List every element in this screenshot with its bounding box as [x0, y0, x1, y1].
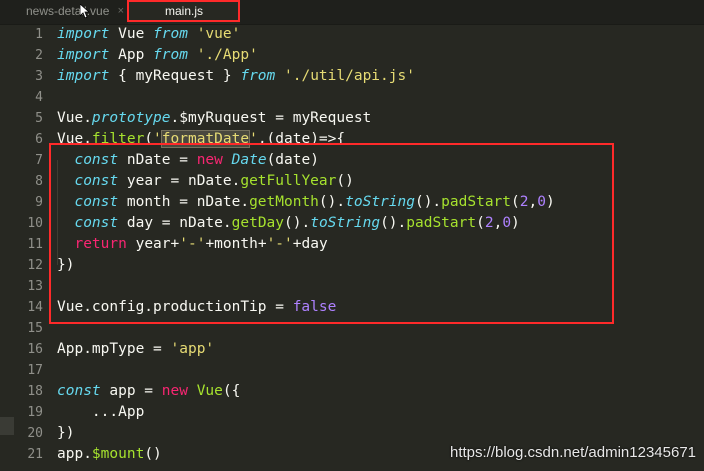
code-line: Vue.prototype.$myRuquest = myRequest [57, 108, 371, 129]
line-number: 11 [27, 237, 43, 252]
code-token: './util/api.js' [284, 68, 415, 84]
line-number: 3 [35, 69, 43, 84]
tab-highlight-box [127, 0, 240, 22]
line-number: 5 [35, 111, 43, 126]
line-number: 16 [27, 342, 43, 357]
line-number: 4 [35, 90, 43, 105]
line-number: 7 [35, 153, 43, 168]
line-number: 21 [27, 447, 43, 462]
mouse-cursor-icon [80, 4, 90, 18]
code-token: () [144, 446, 162, 462]
line-number: 2 [35, 48, 43, 63]
code-token: App.mpType = [57, 341, 171, 357]
code-token: const [57, 383, 101, 399]
code-token: }) [57, 425, 75, 441]
code-token: prototype [91, 110, 171, 126]
code-token: import [57, 47, 110, 63]
code-line: import { myRequest } from './util/api.js… [57, 66, 415, 87]
code-token: Vue [109, 26, 154, 42]
watermark-url: https://blog.csdn.net/admin12345671 [449, 444, 696, 461]
tab-label: news-detail.vue [26, 4, 110, 18]
code-token: Vue. [57, 110, 92, 126]
code-line: ...App [57, 402, 144, 423]
code-token: $mount [91, 446, 145, 462]
line-number: 13 [27, 279, 43, 294]
line-number: 17 [27, 363, 43, 378]
tab-news-detail-vue[interactable]: news-detail.vue × [18, 0, 128, 24]
code-token: .$myRuquest = myRequest [170, 110, 372, 126]
code-token: from [153, 26, 188, 42]
code-token: from [153, 47, 188, 63]
code-token: import [57, 68, 110, 84]
code-token: import [57, 26, 110, 42]
code-line: app.$mount() [57, 444, 162, 465]
code-token: ({ [222, 383, 241, 399]
code-token: 'app' [170, 341, 215, 357]
code-token: './App' [196, 47, 258, 63]
line-number-gutter: 1 2 3 4 5 6 7 8 9 10 11 12 13 14 15 16 17 18 19 20 21 [0, 24, 48, 471]
line-number: 19 [27, 405, 43, 420]
code-line: import App from './App' [57, 45, 258, 66]
code-line: import Vue from 'vue' [57, 24, 240, 45]
line-number: 15 [27, 321, 43, 336]
code-token: new [161, 383, 188, 399]
code-line: }) [57, 423, 74, 444]
code-token: ...App [57, 404, 145, 420]
code-token: App [109, 47, 154, 63]
close-icon[interactable]: × [118, 0, 124, 22]
code-editor[interactable]: 1 2 3 4 5 6 7 8 9 10 11 12 13 14 15 16 17 18 19 20 21 import… [0, 24, 704, 471]
code-token: { myRequest } [109, 68, 241, 84]
code-token: from [240, 68, 276, 84]
code-highlight-box [49, 143, 614, 324]
line-number: 14 [27, 300, 43, 315]
code-token: app. [57, 446, 92, 462]
tab-bar: news-detail.vue × main.js [0, 0, 704, 25]
line-number: 8 [35, 174, 43, 189]
code-token: app = [100, 383, 162, 399]
line-number: 9 [35, 195, 43, 210]
line-number: 18 [27, 384, 43, 399]
code-line: const app = new Vue({ [57, 381, 240, 402]
line-number: 20 [27, 426, 43, 441]
code-token: Vue [196, 383, 223, 399]
line-number: 12 [27, 258, 43, 273]
line-number: 1 [35, 27, 43, 42]
code-token: 'vue' [196, 26, 241, 42]
line-number: 6 [35, 132, 43, 147]
line-number: 10 [27, 216, 43, 231]
code-line: App.mpType = 'app' [57, 339, 214, 360]
